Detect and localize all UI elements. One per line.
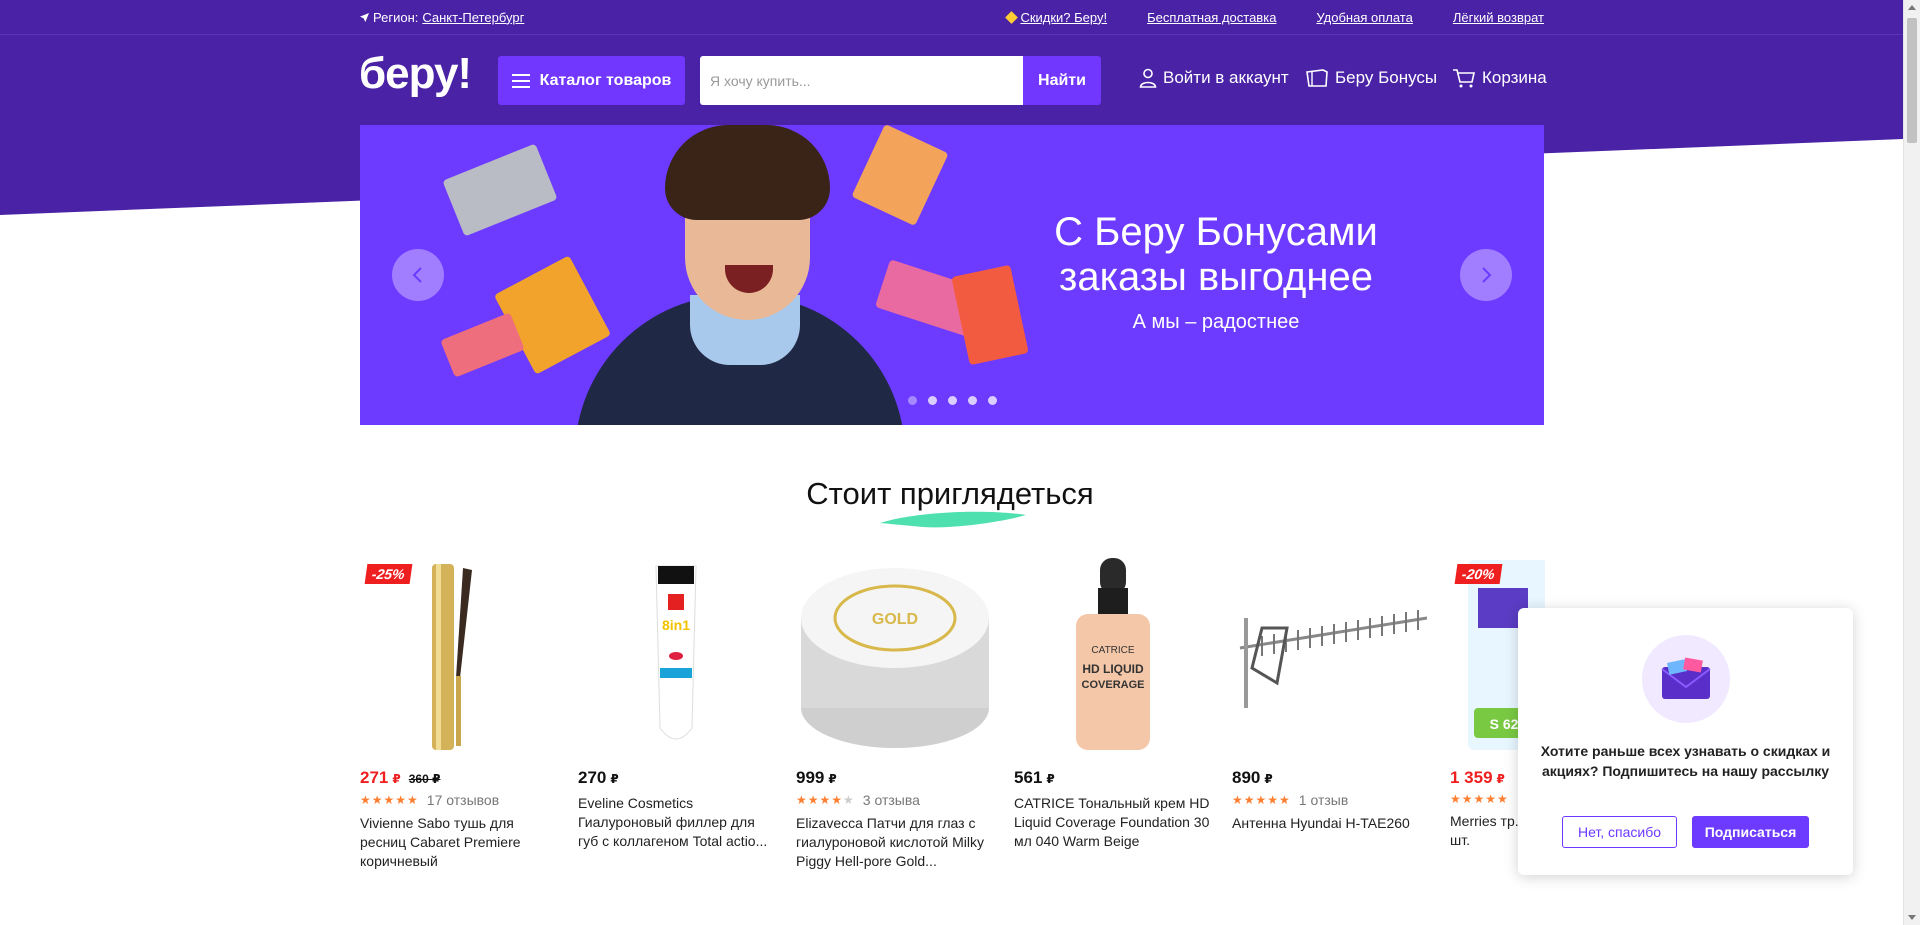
region-value[interactable]: Санкт-Петербург bbox=[422, 10, 524, 25]
promo-banner[interactable]: С Беру Бонусами заказы выгоднее А мы – р… bbox=[360, 125, 1544, 425]
svg-text:S 62: S 62 bbox=[1490, 716, 1519, 732]
discount-badge: -25% bbox=[364, 564, 413, 584]
banner-card bbox=[851, 125, 949, 227]
banner-card bbox=[442, 143, 558, 237]
banner-card bbox=[440, 312, 525, 378]
payment-link[interactable]: Удобная оплата bbox=[1316, 10, 1412, 25]
banner-dot[interactable] bbox=[988, 396, 997, 405]
svg-text:8in1: 8in1 bbox=[662, 617, 690, 633]
popup-text: Хотите раньше всех узнавать о скидках и … bbox=[1540, 743, 1831, 779]
product-rating: ★★★★★ 1 отзыв bbox=[1232, 792, 1430, 808]
product-image[interactable]: -25% bbox=[360, 558, 558, 754]
product-card[interactable]: CATRICE HD LIQUID COVERAGE 561 ₽ CATRICE Тона… bbox=[1014, 558, 1212, 851]
login-link[interactable]: Войти в аккаунт bbox=[1139, 68, 1289, 88]
promo-label: Скидки? Беру! bbox=[1020, 9, 1108, 25]
scroll-thumb[interactable] bbox=[1907, 18, 1917, 143]
product-name[interactable]: Elizavecca Патчи для глаз с гиалуроновой… bbox=[796, 814, 994, 871]
cart-label: Корзина bbox=[1482, 68, 1547, 87]
product-card[interactable]: GOLD 999 ₽ ★★★★★ 3 отзыва Elizavecca Патчи дл… bbox=[796, 558, 994, 871]
scrollbar[interactable] bbox=[1903, 0, 1920, 925]
promo-link[interactable]: Скидки? Беру! bbox=[1005, 9, 1108, 25]
product-name[interactable]: CATRICE Тональный крем HD Liquid Coverag… bbox=[1014, 794, 1212, 851]
product-name[interactable]: Eveline Cosmetics Гиалуроновый филлер дл… bbox=[578, 794, 776, 851]
banner-person-hair bbox=[665, 125, 830, 220]
product-name[interactable]: Vivienne Sabo тушь для ресниц Cabaret Pr… bbox=[360, 814, 558, 871]
rating-stars-icon: ★★★★★ bbox=[1450, 792, 1509, 806]
cart-icon bbox=[1453, 69, 1475, 88]
bonus-icon bbox=[1306, 69, 1328, 87]
envelope-icon bbox=[1642, 635, 1730, 723]
product-image[interactable] bbox=[1232, 558, 1430, 754]
reviews-count[interactable]: 3 отзыва bbox=[863, 792, 920, 808]
free-delivery-link[interactable]: Бесплатная доставка bbox=[1147, 10, 1276, 25]
menu-icon bbox=[511, 73, 530, 88]
svg-text:HD LIQUID: HD LIQUID bbox=[1082, 662, 1144, 676]
subscribe-popup: Хотите раньше всех узнавать о скидках и … bbox=[1518, 608, 1853, 875]
location-arrow-icon bbox=[360, 12, 369, 22]
banner-prev-button[interactable] bbox=[392, 249, 444, 301]
topbar: Регион: Санкт-Петербург Скидки? Беру! Бе… bbox=[360, 0, 1544, 34]
catalog-button[interactable]: Каталог товаров bbox=[498, 56, 685, 105]
banner-dot[interactable] bbox=[948, 396, 957, 405]
chevron-right-icon bbox=[1482, 267, 1492, 283]
banner-card bbox=[951, 264, 1029, 366]
search-button[interactable]: Найти bbox=[1023, 56, 1101, 105]
scroll-up-arrow[interactable] bbox=[1908, 5, 1916, 10]
decline-button[interactable]: Нет, спасибо bbox=[1562, 816, 1677, 848]
bonuses-label: Беру Бонусы bbox=[1335, 68, 1438, 87]
product-price: 890 ₽ bbox=[1232, 768, 1273, 787]
tag-icon bbox=[1005, 10, 1019, 24]
product-card[interactable]: 8in1 270 ₽ Eveline Cosmetics Гиалуроновый ф… bbox=[578, 558, 776, 851]
reviews-count[interactable]: 17 отзывов bbox=[427, 792, 499, 808]
product-name[interactable]: Антенна Hyundai H-TAE260 bbox=[1232, 814, 1430, 833]
product-price: 561 ₽ bbox=[1014, 768, 1055, 787]
scroll-down-arrow[interactable] bbox=[1908, 915, 1916, 920]
svg-text:COVERAGE: COVERAGE bbox=[1082, 679, 1145, 691]
banner-pagination bbox=[908, 396, 997, 405]
rating-stars-icon: ★★★★★ bbox=[1232, 793, 1291, 807]
cart-link[interactable]: Корзина bbox=[1452, 68, 1547, 88]
topbar-divider bbox=[0, 34, 1903, 35]
product-price: 270 ₽ bbox=[578, 768, 619, 787]
section-title: Стоит приглядеться bbox=[806, 476, 1094, 511]
old-price: 360 ₽ bbox=[408, 772, 441, 786]
product-image[interactable]: GOLD bbox=[796, 558, 994, 754]
banner-dot[interactable] bbox=[928, 396, 937, 405]
product-card[interactable]: 890 ₽ ★★★★★ 1 отзыв Антенна Hyundai H-TAE260 bbox=[1232, 558, 1430, 833]
banner-title: С Беру Бонусами заказы выгоднее bbox=[1054, 210, 1378, 299]
product-price: 271 ₽360 ₽ bbox=[360, 768, 441, 787]
banner-subtitle: А мы – радостнее bbox=[1132, 311, 1300, 333]
region-selector[interactable]: Регион: Санкт-Петербург bbox=[360, 10, 524, 25]
rating-stars-icon: ★★★★★ bbox=[796, 793, 855, 807]
subscribe-button[interactable]: Подписаться bbox=[1692, 816, 1809, 848]
banner-next-button[interactable] bbox=[1460, 249, 1512, 301]
search-input[interactable] bbox=[700, 56, 1023, 105]
discount-badge: -20% bbox=[1454, 564, 1503, 584]
banner-card bbox=[493, 255, 612, 375]
login-label: Войти в аккаунт bbox=[1163, 68, 1289, 87]
banner-dot[interactable] bbox=[968, 396, 977, 405]
product-image[interactable]: 8in1 bbox=[578, 558, 776, 754]
product-rating: ★★★★★ 3 отзыва bbox=[796, 792, 994, 808]
rating-stars-icon: ★★★★★ bbox=[360, 793, 419, 807]
catalog-label: Каталог товаров bbox=[539, 71, 672, 89]
logo[interactable]: беру! bbox=[359, 52, 472, 96]
chevron-left-icon bbox=[412, 267, 422, 283]
product-price: 999 ₽ bbox=[796, 768, 837, 787]
user-icon bbox=[1139, 68, 1157, 88]
bonuses-link[interactable]: Беру Бонусы bbox=[1305, 68, 1437, 88]
returns-link[interactable]: Лёгкий возврат bbox=[1453, 10, 1544, 25]
product-rating: ★★★★★ 17 отзывов bbox=[360, 792, 558, 808]
svg-text:CATRICE: CATRICE bbox=[1091, 645, 1134, 656]
svg-text:GOLD: GOLD bbox=[872, 611, 918, 628]
region-label: Регион: bbox=[373, 9, 419, 25]
product-image[interactable]: CATRICE HD LIQUID COVERAGE bbox=[1014, 558, 1212, 754]
product-card[interactable]: -25% 271 ₽360 ₽ ★★★★★ 17 отзывов Vivienne Sab… bbox=[360, 558, 558, 871]
reviews-count[interactable]: 1 отзыв bbox=[1299, 792, 1349, 808]
banner-dot[interactable] bbox=[908, 396, 917, 405]
